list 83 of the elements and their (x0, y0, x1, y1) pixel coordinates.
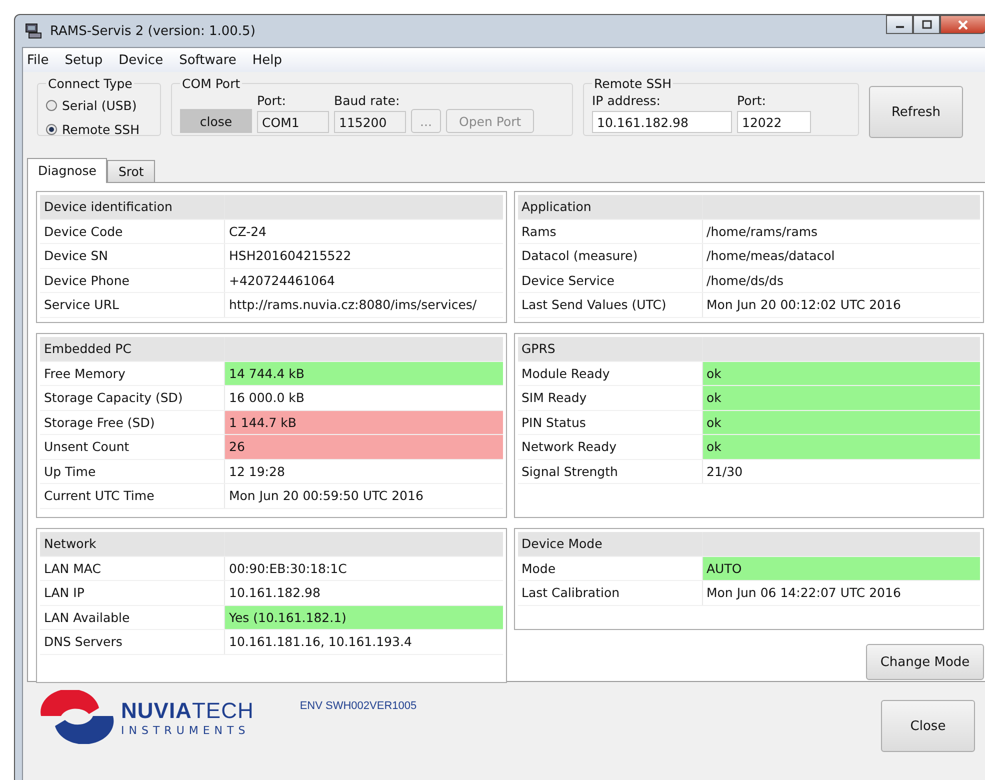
table-cell-text: /home/ds/ds (706, 272, 784, 290)
table-cell: Signal Strength (518, 460, 702, 483)
minimize-button[interactable] (886, 15, 913, 34)
table-cell: ok (702, 435, 980, 458)
table-header: GPRS (518, 337, 702, 360)
table-cell: Storage Capacity (SD) (40, 386, 225, 410)
table-cell: Service URL (40, 293, 225, 316)
table-cell: ok (702, 410, 980, 434)
computer-icon (24, 22, 42, 40)
table-cell: Device Code (40, 220, 225, 243)
port-field[interactable]: 12022 (737, 111, 811, 133)
close-button[interactable]: Close (881, 700, 975, 752)
close-port-button[interactable]: close (180, 109, 252, 133)
table-cell-text: HSH201604215522 (228, 247, 352, 266)
table-cell-text: 21/30 (706, 462, 744, 481)
table-cell: Current UTC Time (40, 484, 225, 508)
table-cell-text: CZ-24 (228, 222, 268, 241)
field-label: Port: (257, 93, 287, 108)
field-label: Port: (737, 93, 767, 108)
radio-button[interactable] (46, 124, 57, 134)
table-cell: Device Phone (40, 268, 225, 292)
radio-option[interactable]: Remote SSH (46, 117, 152, 141)
table-cell: Last Calibration (518, 581, 702, 604)
group-title: Connect Type (47, 76, 134, 91)
table-cell: LAN MAC (40, 556, 225, 580)
maximize-button[interactable] (913, 15, 940, 34)
table-cell: Datacol (measure) (518, 244, 702, 268)
menu-item[interactable]: File (27, 52, 49, 68)
menu-item[interactable]: Setup (64, 52, 103, 68)
field-label: Baud rate: (334, 93, 401, 108)
baud-rate-field[interactable]: 115200 (334, 111, 406, 133)
table-cell-text: 12 19:28 (228, 462, 286, 481)
menu-item[interactable]: Device (118, 52, 164, 68)
table-cell: LAN IP (40, 581, 225, 604)
field-label: IP address: (592, 93, 662, 108)
close-button[interactable] (940, 15, 985, 34)
table-cell: Rams (518, 220, 702, 243)
table-cell: ok (702, 362, 980, 385)
table-cell: ok (702, 386, 980, 410)
version-text: ENV SWH002VER1005 (300, 700, 417, 712)
menu-item[interactable]: Software (179, 52, 236, 68)
table-cell-text: Mon Jun 06 14:22:07 UTC 2016 (706, 584, 902, 602)
tab[interactable]: Srot (107, 160, 155, 182)
table-header: Network (40, 532, 225, 556)
maximize-icon (922, 20, 932, 29)
radio-option[interactable]: Serial (USB) (46, 93, 152, 117)
table-header: Device Mode (518, 532, 702, 556)
table-cell-text: /home/rams/rams (706, 222, 819, 241)
radio-button[interactable] (46, 100, 57, 110)
table-cell: DNS Servers (40, 630, 225, 654)
menu-item[interactable]: Help (252, 52, 282, 68)
table-header: Device identification (40, 195, 225, 218)
table-header: Embedded PC (40, 337, 225, 360)
table-cell: Yes (10.161.182.1) (225, 606, 502, 629)
table-cell-text: /home/meas/datacol (706, 247, 836, 266)
table-header: Application (518, 195, 702, 218)
table-cell-text: 00:90:EB:30:18:1C (228, 560, 348, 578)
table-cell-text: 10.161.181.16, 10.161.193.4 (228, 633, 413, 652)
table-cell-text: 10.161.182.98 (228, 584, 322, 602)
window-title: RAMS-Servis 2 (version: 1.00.5) (50, 24, 256, 38)
table-cell-text: 16 000.0 kB (228, 389, 306, 408)
table-cell: Last Send Values (UTC) (518, 293, 702, 316)
change-mode-button[interactable]: Change Mode (866, 644, 984, 680)
logo-subtitle: INSTRUMENTS (121, 724, 251, 736)
table-cell: 1 144.7 kB (225, 410, 502, 434)
ip-address-field[interactable]: 10.161.182.98 (592, 111, 732, 133)
tab[interactable]: Diagnose (27, 158, 108, 183)
table-cell: AUTO (702, 556, 980, 580)
port-field[interactable]: COM1 (257, 111, 329, 133)
table-cell-text: Mon Jun 20 00:59:50 UTC 2016 (228, 487, 424, 506)
table-cell: Up Time (40, 460, 225, 483)
table-cell: 14 744.4 kB (225, 362, 502, 385)
table-cell: Device SN (40, 244, 225, 268)
group-title: COM Port (181, 76, 242, 91)
logo-wordmark: NUVIATECH (121, 698, 254, 724)
table-cell: 26 (225, 435, 502, 458)
refresh-button[interactable]: Refresh (869, 86, 963, 138)
table-cell-text: http://rams.nuvia.cz:8080/ims/services/ (228, 296, 478, 314)
table-cell-text: +420724461064 (228, 272, 336, 290)
group-title: Remote SSH (593, 76, 672, 91)
close-icon (957, 20, 969, 30)
table-cell-text: Mon Jun 20 00:12:02 UTC 2016 (706, 296, 902, 314)
table-cell: Device Service (518, 268, 702, 292)
